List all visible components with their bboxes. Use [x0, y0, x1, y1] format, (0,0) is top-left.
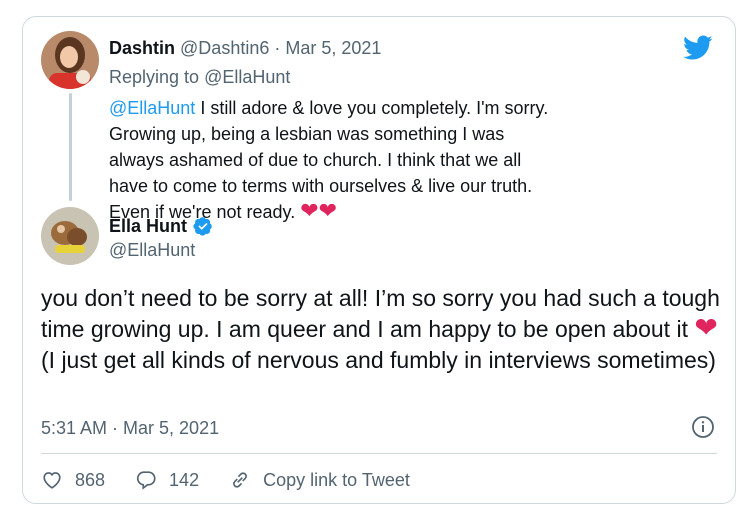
- thread-connector-line: [69, 93, 72, 201]
- parent-text-mention[interactable]: @EllaHunt: [109, 98, 195, 118]
- parent-display-name[interactable]: Dashtin: [109, 38, 175, 58]
- comment-icon: [136, 471, 156, 490]
- main-display-name-row: Ella Hunt: [109, 215, 213, 237]
- like-count: 868: [75, 470, 106, 490]
- copy-link-button[interactable]: Copy link to Tweet: [229, 469, 410, 491]
- replying-prefix: Replying to: [109, 67, 205, 87]
- parent-tweet-header: Dashtin @Dashtin6 · Mar 5, 2021: [109, 37, 381, 59]
- avatar-ella-hunt[interactable]: [41, 207, 99, 265]
- parent-handle[interactable]: @Dashtin6: [180, 38, 269, 58]
- heart-emoji: ❤❤: [300, 198, 338, 223]
- header-separator: ·: [269, 38, 286, 58]
- heart-icon: [43, 472, 61, 489]
- main-handle[interactable]: @EllaHunt: [109, 239, 195, 261]
- tweet-actions-bar: 868 142 Copy link to Tweet: [41, 469, 440, 491]
- verified-badge-icon: [193, 217, 212, 236]
- main-tweet-text: you don’t need to be sorry at all! I’m s…: [41, 283, 721, 376]
- reply-button[interactable]: 142: [135, 469, 199, 491]
- replying-to-handle[interactable]: @EllaHunt: [204, 67, 290, 87]
- embedded-tweet-card: Dashtin @Dashtin6 · Mar 5, 2021 Replying…: [22, 16, 736, 504]
- info-icon[interactable]: [691, 415, 715, 439]
- avatar-dashtin[interactable]: [41, 31, 99, 89]
- link-icon: [233, 472, 248, 488]
- main-text-part1: you don’t need to be sorry at all! I’m s…: [41, 285, 720, 342]
- main-display-name[interactable]: Ella Hunt: [109, 215, 187, 237]
- like-button[interactable]: 868: [41, 469, 105, 491]
- main-text-part2: (I just get all kinds of nervous and fum…: [41, 347, 716, 373]
- divider: [41, 453, 717, 454]
- parent-date[interactable]: Mar 5, 2021: [285, 38, 381, 58]
- replying-to-line: Replying to @EllaHunt: [109, 66, 290, 88]
- copy-link-label: Copy link to Tweet: [263, 470, 410, 490]
- tweet-timestamp[interactable]: 5:31 AM · Mar 5, 2021: [41, 417, 219, 439]
- reply-count: 142: [169, 470, 200, 490]
- parent-tweet-text: @EllaHunt I still adore & love you compl…: [109, 95, 549, 225]
- heart-emoji: ❤: [694, 312, 718, 343]
- twitter-bird-icon[interactable]: [683, 35, 713, 61]
